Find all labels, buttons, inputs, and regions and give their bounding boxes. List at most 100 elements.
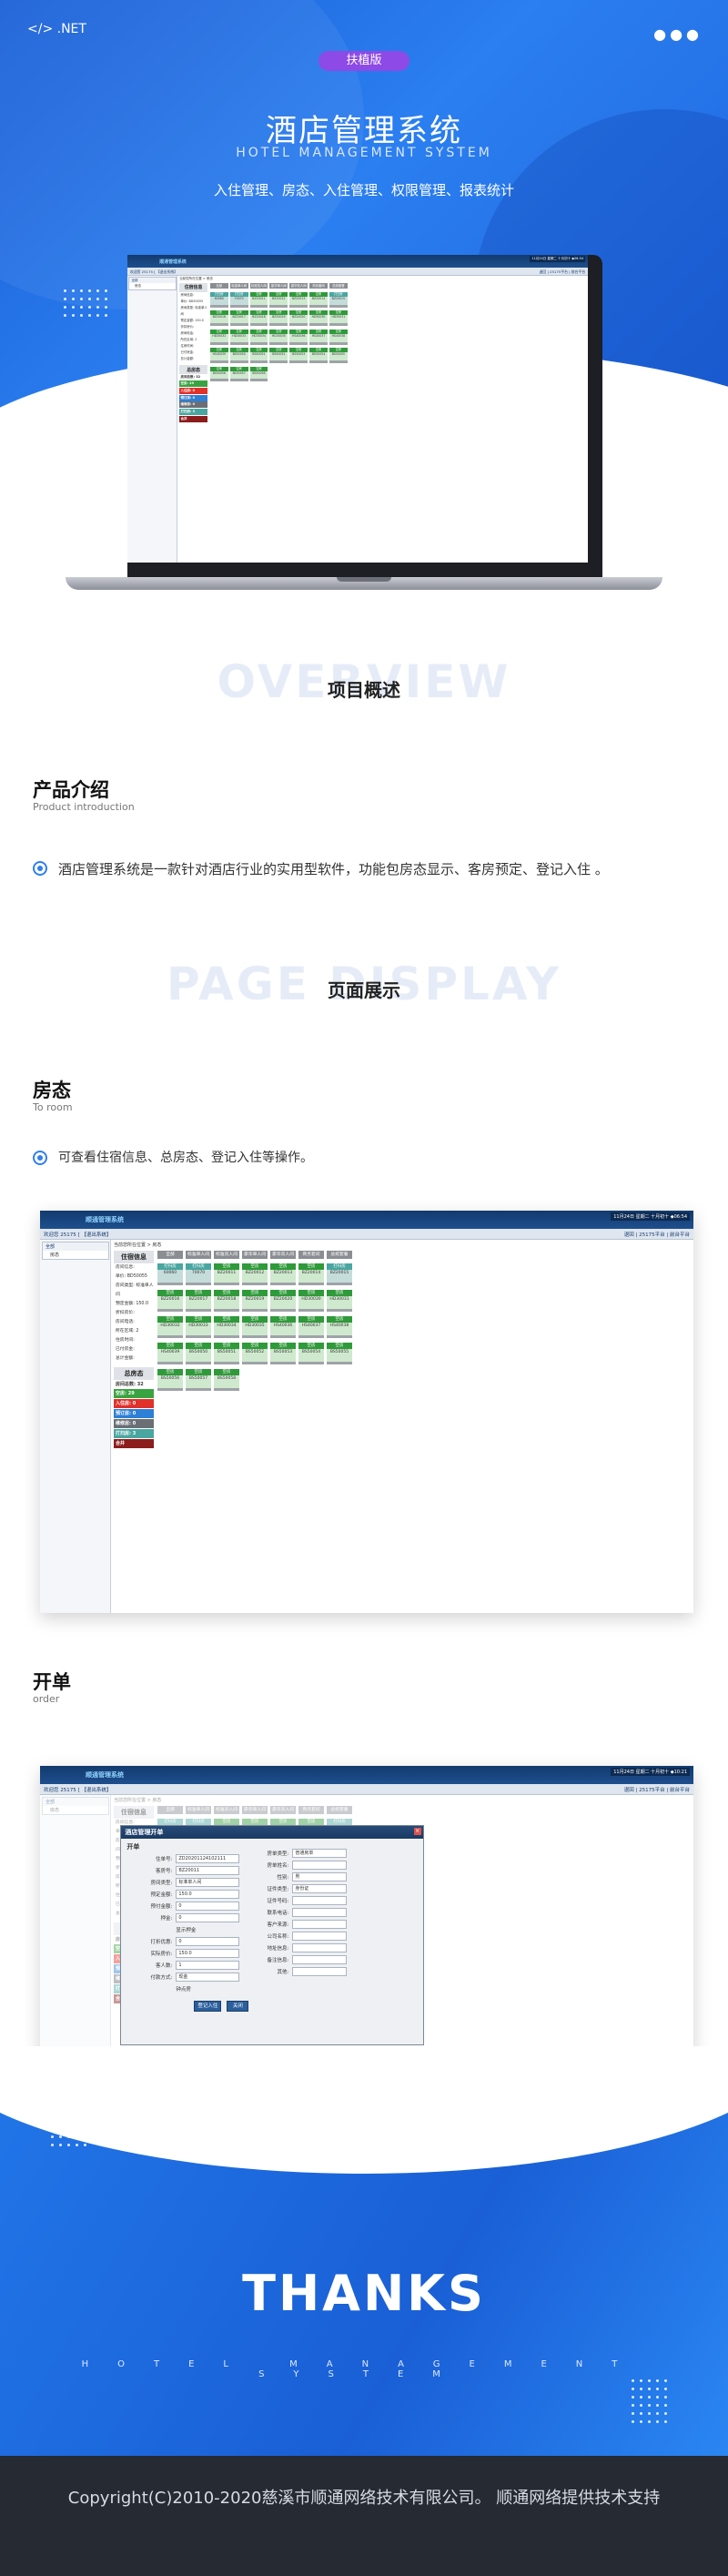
tab-room-type[interactable]: 商务套间 bbox=[298, 1251, 324, 1259]
field-input[interactable]: 150.0 bbox=[176, 1890, 240, 1900]
room-card[interactable]: 空房HD30035 bbox=[269, 329, 288, 345]
room-card[interactable]: 空房BZ20014 bbox=[298, 1263, 324, 1285]
tab-room-type[interactable]: 豪华单人间 bbox=[269, 283, 288, 289]
header-links[interactable]: 退回 | 25175平台 | 前台平台 bbox=[624, 1786, 690, 1793]
tab-room-type[interactable]: 豪华双人间 bbox=[270, 1251, 296, 1259]
room-card[interactable]: 空房HD30035 bbox=[242, 1316, 268, 1338]
status-count-3[interactable]: 维修房: 0 bbox=[179, 401, 208, 409]
room-card[interactable]: 空房BZ20011 bbox=[249, 291, 268, 308]
status-count-0[interactable]: 空房: 29 bbox=[114, 1389, 154, 1398]
room-card[interactable]: 空房BZ20017 bbox=[186, 1290, 211, 1312]
tab-room-type[interactable]: 豪华单人间 bbox=[242, 1251, 268, 1259]
room-card[interactable]: 空房BS50058 bbox=[249, 366, 268, 382]
room-card[interactable]: 空房HS40039 bbox=[157, 1343, 183, 1364]
tab-room-type[interactable]: 全部 bbox=[157, 1251, 183, 1259]
room-card[interactable]: 空房HD30034 bbox=[249, 329, 268, 345]
status-count-1[interactable]: 入住房: 0 bbox=[114, 1399, 154, 1408]
field-input[interactable]: 身份证 bbox=[292, 1884, 348, 1894]
room-card[interactable]: 打扫房70070 bbox=[229, 291, 248, 308]
field-input[interactable]: 标准单人间 bbox=[176, 1878, 240, 1888]
room-card[interactable]: 空房BZ20016 bbox=[209, 310, 228, 327]
room-card[interactable]: 空房HS40038 bbox=[327, 1316, 352, 1338]
room-card[interactable]: 空房BS50056 bbox=[209, 366, 228, 382]
field-input[interactable]: ZD20201124102111 bbox=[176, 1854, 240, 1864]
status-count-5[interactable]: 合并 bbox=[179, 415, 208, 422]
status-count-4[interactable]: 打扫房: 3 bbox=[114, 1429, 154, 1438]
field-input[interactable] bbox=[292, 1920, 348, 1930]
room-card[interactable]: 空房BS50056 bbox=[157, 1369, 183, 1391]
room-card[interactable]: 空房HD30034 bbox=[214, 1316, 239, 1338]
check-in-button[interactable]: 登记入住 bbox=[194, 2001, 222, 2013]
room-card[interactable]: 打扫房60060 bbox=[209, 291, 228, 308]
room-card[interactable]: 空房BZ20018 bbox=[249, 310, 268, 327]
tab-room-type[interactable]: 标准单人间 bbox=[229, 283, 248, 289]
status-count-1[interactable]: 入住房: 0 bbox=[179, 387, 208, 394]
room-card[interactable]: 空房BZ20019 bbox=[269, 310, 288, 327]
checkbox-option[interactable]: 显示押金 bbox=[176, 1926, 196, 1933]
status-count-3[interactable]: 维修房: 0 bbox=[114, 1419, 154, 1428]
room-card[interactable]: 空房BZ20020 bbox=[270, 1290, 296, 1312]
field-input[interactable]: 现金 bbox=[176, 1973, 240, 1983]
tree-item-room-status[interactable]: 房态 bbox=[129, 283, 175, 289]
room-card[interactable]: 空房BS50054 bbox=[309, 348, 328, 364]
header-links[interactable]: 退回 | 25175平台 | 前台平台 bbox=[540, 269, 586, 275]
field-input[interactable] bbox=[292, 1967, 348, 1977]
room-card[interactable]: 空房BZ20012 bbox=[242, 1263, 268, 1285]
room-card[interactable]: 空房BZ20020 bbox=[289, 310, 308, 327]
field-input[interactable]: 普通房单 bbox=[292, 1849, 348, 1859]
room-card[interactable]: 空房BZ20016 bbox=[157, 1290, 183, 1312]
status-count-5[interactable]: 合并 bbox=[114, 1439, 154, 1448]
field-input[interactable]: 150.0 bbox=[176, 1949, 240, 1959]
room-card[interactable]: 空房HS40036 bbox=[270, 1316, 296, 1338]
room-card[interactable]: 空房HD30033 bbox=[186, 1316, 211, 1338]
room-card[interactable]: 空房HS40037 bbox=[298, 1316, 324, 1338]
status-count-0[interactable]: 空房: 29 bbox=[179, 380, 208, 388]
field-input[interactable]: 0 bbox=[176, 1913, 240, 1923]
status-count-2[interactable]: 预订房: 0 bbox=[114, 1409, 154, 1418]
tree-head[interactable]: 全部 bbox=[43, 1242, 108, 1251]
tab-room-type[interactable]: 总统套餐 bbox=[329, 283, 348, 289]
field-input[interactable] bbox=[292, 1932, 348, 1942]
room-card[interactable]: 空房HS40036 bbox=[289, 329, 308, 345]
room-card[interactable]: 空房BS50051 bbox=[214, 1343, 239, 1364]
field-input[interactable] bbox=[292, 1896, 348, 1906]
room-card[interactable]: 空房HD30032 bbox=[209, 329, 228, 345]
tab-room-type[interactable]: 标准双人间 bbox=[249, 283, 268, 289]
room-card[interactable]: 空房HD30031 bbox=[329, 310, 348, 327]
room-card[interactable]: 打扫房BZ20015 bbox=[329, 291, 348, 308]
room-card[interactable]: 空房BZ20018 bbox=[214, 1290, 239, 1312]
room-card[interactable]: 空房BS50050 bbox=[229, 348, 248, 364]
field-input[interactable]: 0 bbox=[176, 1937, 240, 1947]
field-input[interactable] bbox=[292, 1955, 348, 1965]
room-card[interactable]: 空房BS50051 bbox=[249, 348, 268, 364]
tab-room-type[interactable]: 总统套餐 bbox=[327, 1251, 352, 1259]
room-card[interactable]: 空房BS50054 bbox=[298, 1343, 324, 1364]
room-card[interactable]: 空房HS40038 bbox=[329, 329, 348, 345]
field-input[interactable] bbox=[292, 1908, 348, 1918]
status-count-4[interactable]: 打扫房: 3 bbox=[179, 409, 208, 416]
room-card[interactable]: 空房BS50057 bbox=[229, 366, 248, 382]
room-card[interactable]: 空房BS50053 bbox=[289, 348, 308, 364]
room-card[interactable]: 空房BZ20013 bbox=[270, 1263, 296, 1285]
room-card[interactable]: 空房BZ20017 bbox=[229, 310, 248, 327]
header-links[interactable]: 退回 | 25175平台 | 前台平台 bbox=[624, 1231, 690, 1238]
field-input[interactable]: 0 bbox=[176, 1902, 240, 1912]
room-card[interactable]: 空房BZ20012 bbox=[269, 291, 288, 308]
tab-room-type[interactable]: 标准单人间 bbox=[186, 1251, 211, 1259]
room-card[interactable]: 空房HD30031 bbox=[327, 1290, 352, 1312]
room-card[interactable]: 空房BZ20013 bbox=[289, 291, 308, 308]
field-input[interactable]: 1 bbox=[176, 1961, 240, 1971]
room-card[interactable]: 空房HD30030 bbox=[298, 1290, 324, 1312]
tab-room-type[interactable]: 标准双人间 bbox=[214, 1251, 239, 1259]
room-card[interactable]: 空房BZ20019 bbox=[242, 1290, 268, 1312]
room-card[interactable]: 空房HD30033 bbox=[229, 329, 248, 345]
field-input[interactable]: BZ20011 bbox=[176, 1866, 240, 1876]
room-card[interactable]: 空房BZ20011 bbox=[214, 1263, 239, 1285]
room-card[interactable]: 空房BS50052 bbox=[242, 1343, 268, 1364]
room-card[interactable]: 空房BS50053 bbox=[270, 1343, 296, 1364]
status-count-2[interactable]: 预订房: 0 bbox=[179, 394, 208, 401]
room-card[interactable]: 打扫房60060 bbox=[157, 1263, 183, 1285]
room-card[interactable]: 空房BS50057 bbox=[186, 1369, 211, 1391]
room-card[interactable]: 空房HS40039 bbox=[209, 348, 228, 364]
close-icon[interactable]: × bbox=[413, 1828, 421, 1836]
